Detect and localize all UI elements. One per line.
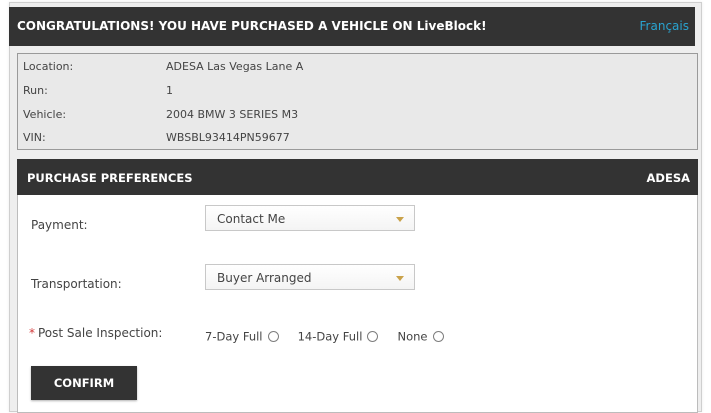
info-value: ADESA Las Vegas Lane A xyxy=(166,60,304,73)
radio-label: 14-Day Full xyxy=(297,329,363,344)
header-title: CONGRATULATIONS! YOU HAVE PURCHASED A VE… xyxy=(17,19,487,33)
info-value: 2004 BMW 3 SERIES M3 xyxy=(166,108,299,121)
required-marker: * xyxy=(29,326,35,340)
info-value: 1 xyxy=(166,84,173,97)
radio-option-none[interactable]: None xyxy=(398,326,444,345)
vehicle-info-panel: Location: ADESA Las Vegas Lane A Run: 1 … xyxy=(17,53,698,150)
info-label: Vehicle: xyxy=(23,108,67,121)
radio-option-14-day-full[interactable]: 14-Day Full xyxy=(298,326,379,345)
radio-button[interactable] xyxy=(267,331,279,342)
info-label: Run: xyxy=(23,84,48,97)
radio-label: None xyxy=(397,329,428,344)
preferences-brand: ADESA xyxy=(646,171,690,185)
radio-button[interactable] xyxy=(432,331,444,342)
radio-option-7-day-full[interactable]: 7-Day Full xyxy=(205,326,279,345)
transportation-label: Transportation: xyxy=(31,277,122,291)
chevron-down-icon xyxy=(396,217,404,222)
radio-label: 7-Day Full xyxy=(205,329,263,344)
payment-label: Payment: xyxy=(31,218,88,232)
inspection-label: * Post Sale Inspection: xyxy=(29,326,162,340)
transportation-selected-value: Buyer Arranged xyxy=(217,271,312,285)
inspection-radio-group: 7-Day Full 14-Day Full None xyxy=(205,326,458,345)
congratulations-header: CONGRATULATIONS! YOU HAVE PURCHASED A VE… xyxy=(9,7,695,46)
preferences-title: PURCHASE PREFERENCES xyxy=(27,171,193,185)
payment-selected-value: Contact Me xyxy=(217,212,286,226)
info-label: Location: xyxy=(23,60,74,73)
inspection-label-text: Post Sale Inspection: xyxy=(38,326,163,340)
info-value: WBSBL93414PN59677 xyxy=(166,131,290,144)
transportation-select[interactable]: Buyer Arranged xyxy=(205,264,415,290)
preferences-header: PURCHASE PREFERENCES ADESA xyxy=(17,159,698,195)
purchase-preferences-panel: PURCHASE PREFERENCES ADESA Payment: Cont… xyxy=(17,159,698,413)
confirm-button[interactable]: CONFIRM xyxy=(31,366,137,400)
chevron-down-icon xyxy=(396,276,404,281)
info-label: VIN: xyxy=(23,131,46,144)
radio-button[interactable] xyxy=(367,331,379,342)
payment-select[interactable]: Contact Me xyxy=(205,205,415,231)
language-link-french[interactable]: Français xyxy=(640,19,689,33)
